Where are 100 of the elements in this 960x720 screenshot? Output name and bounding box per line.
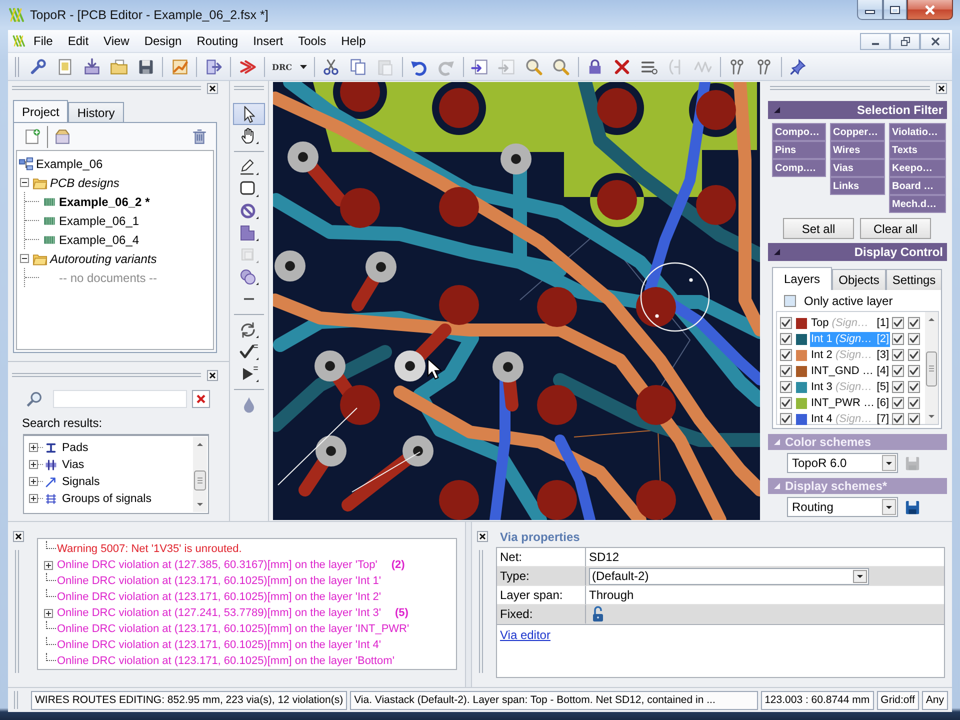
- selection-handle[interactable]: [655, 314, 659, 318]
- checkbox[interactable]: [892, 397, 904, 409]
- tree-item[interactable]: Example_06_1: [59, 214, 140, 228]
- filter-button[interactable]: Links: [830, 177, 885, 195]
- menu-item[interactable]: Tools: [290, 32, 334, 50]
- color-scheme-dropdown[interactable]: TopoR 6.0: [787, 453, 898, 473]
- checkbox[interactable]: [780, 413, 792, 425]
- selection-handle[interactable]: [689, 278, 693, 282]
- checkbox[interactable]: [780, 365, 792, 377]
- filter-button[interactable]: Vias: [830, 159, 885, 177]
- log-message[interactable]: Online DRC violation at (123.171, 60.1025)[mm] on the layer 'Bottom': [57, 655, 394, 667]
- new-file-icon[interactable]: [24, 128, 41, 145]
- chevrons-icon[interactable]: [238, 58, 256, 76]
- result-category[interactable]: Vias: [62, 458, 84, 470]
- log-message[interactable]: Online DRC violation at (127.385, 60.3167)[mm] on the layer 'Top': [57, 559, 378, 571]
- layer-item[interactable]: Int 3 (Sign… [5]: [810, 380, 890, 394]
- padlock-icon[interactable]: [592, 606, 604, 622]
- tree-item[interactable]: PCB designs: [50, 176, 120, 190]
- menu-item[interactable]: View: [96, 32, 137, 50]
- expand-icon[interactable]: [29, 494, 38, 503]
- checkbox[interactable]: [892, 365, 904, 377]
- log-message[interactable]: Online DRC violation at (127.241, 53.7789)[mm] on the layer 'Int 3': [57, 607, 381, 619]
- tab[interactable]: Objects: [832, 269, 886, 290]
- filter-button[interactable]: Texts: [889, 141, 946, 159]
- layer-item[interactable]: Int 4 (Sign… [7]: [810, 412, 890, 426]
- magnifier-icon[interactable]: [552, 58, 570, 76]
- expand-icon[interactable]: [29, 460, 38, 469]
- select-tool[interactable]: [233, 103, 265, 125]
- pins-icon[interactable]: [755, 58, 774, 76]
- checkbox[interactable]: [908, 397, 920, 409]
- close-icon[interactable]: [207, 82, 218, 94]
- pushpin-icon[interactable]: [789, 58, 808, 76]
- scrollbar[interactable]: [925, 312, 938, 424]
- filter-button[interactable]: Keepo…: [889, 159, 946, 177]
- layer-item[interactable]: Top (Sign… [1]: [810, 316, 890, 330]
- copy-icon[interactable]: [349, 58, 368, 76]
- drc-dropdown[interactable]: DRC: [268, 56, 311, 76]
- checkbox[interactable]: [780, 397, 792, 409]
- menu-item[interactable]: Design: [136, 32, 190, 50]
- tree-item[interactable]: Example_06_4: [59, 232, 140, 246]
- checkbox[interactable]: [780, 349, 792, 361]
- clear-all-button[interactable]: Clear all: [860, 218, 931, 239]
- pins-icon[interactable]: [728, 58, 746, 76]
- menu-item[interactable]: Help: [334, 32, 374, 50]
- menu-item[interactable]: Insert: [246, 32, 291, 50]
- expand-icon[interactable]: [29, 443, 38, 452]
- layer-item[interactable]: INT_GND … [4]: [810, 364, 890, 378]
- scissors-icon[interactable]: [322, 58, 340, 76]
- tray-arrow-icon[interactable]: [82, 58, 100, 76]
- checkbox[interactable]: [892, 381, 904, 393]
- checkbox[interactable]: [908, 349, 920, 361]
- x-mark-icon[interactable]: [613, 58, 632, 76]
- checkbox[interactable]: [908, 333, 920, 345]
- via-editor-link[interactable]: Via editor: [500, 628, 550, 642]
- close-icon[interactable]: [13, 531, 24, 542]
- section-header[interactable]: Selection Filter: [768, 101, 947, 119]
- log-message[interactable]: Online DRC violation at (123.171, 60.1025)[mm] on the layer 'Int 1': [57, 575, 381, 587]
- wrench-icon[interactable]: [28, 58, 46, 76]
- magnifier-icon[interactable]: [525, 58, 544, 76]
- close-button[interactable]: [907, 0, 953, 20]
- tab[interactable]: Layers: [772, 267, 832, 290]
- checkbox[interactable]: [780, 317, 792, 329]
- filter-button[interactable]: Pins: [772, 141, 826, 159]
- trash-icon[interactable]: [191, 128, 208, 145]
- minimize-button[interactable]: [860, 32, 890, 50]
- filter-button[interactable]: Compo…: [772, 123, 826, 141]
- search-field[interactable]: [53, 390, 187, 408]
- menu-item[interactable]: File: [26, 32, 60, 50]
- log-message[interactable]: Online DRC violation at (123.171, 60.1025)[mm] on the layer 'Int 2': [57, 591, 381, 603]
- result-category[interactable]: Pads: [62, 442, 88, 454]
- tab[interactable]: Settings: [886, 269, 942, 290]
- document-arrow-icon[interactable]: [471, 58, 490, 76]
- checkbox[interactable]: [892, 413, 904, 425]
- layer-item[interactable]: Int 2 (Sign… [3]: [810, 348, 890, 362]
- close-icon[interactable]: [477, 531, 488, 542]
- checkbox[interactable]: [892, 349, 904, 361]
- checkbox[interactable]: [908, 365, 920, 377]
- checkbox[interactable]: [908, 381, 920, 393]
- clear-search-button[interactable]: [192, 390, 210, 408]
- expand-icon[interactable]: [44, 608, 53, 618]
- collapse-icon[interactable]: [20, 178, 29, 187]
- maximize-button[interactable]: [883, 0, 907, 20]
- log-message[interactable]: Warning 5007: Net '1V35' is unrouted.: [57, 543, 242, 555]
- tab[interactable]: Project: [13, 100, 68, 122]
- close-button[interactable]: [920, 32, 950, 50]
- checkbox[interactable]: [784, 295, 796, 307]
- checkbox[interactable]: [892, 317, 904, 329]
- expand-icon[interactable]: [29, 477, 38, 486]
- menu-item[interactable]: Routing: [189, 32, 246, 50]
- door-arrow-icon[interactable]: [204, 58, 222, 76]
- tree-item[interactable]: Example_06_2 *: [59, 194, 150, 208]
- type-dropdown[interactable]: (Default-2): [589, 568, 869, 584]
- display-scheme-dropdown[interactable]: Routing: [787, 497, 898, 517]
- filter-button[interactable]: Board …: [889, 177, 946, 195]
- collapse-icon[interactable]: [20, 254, 29, 263]
- close-icon[interactable]: [936, 82, 947, 94]
- scrollbar[interactable]: [193, 437, 207, 512]
- filter-button[interactable]: Wires: [830, 141, 885, 159]
- result-category[interactable]: Groups of signals: [62, 492, 152, 504]
- checkbox[interactable]: [892, 333, 904, 345]
